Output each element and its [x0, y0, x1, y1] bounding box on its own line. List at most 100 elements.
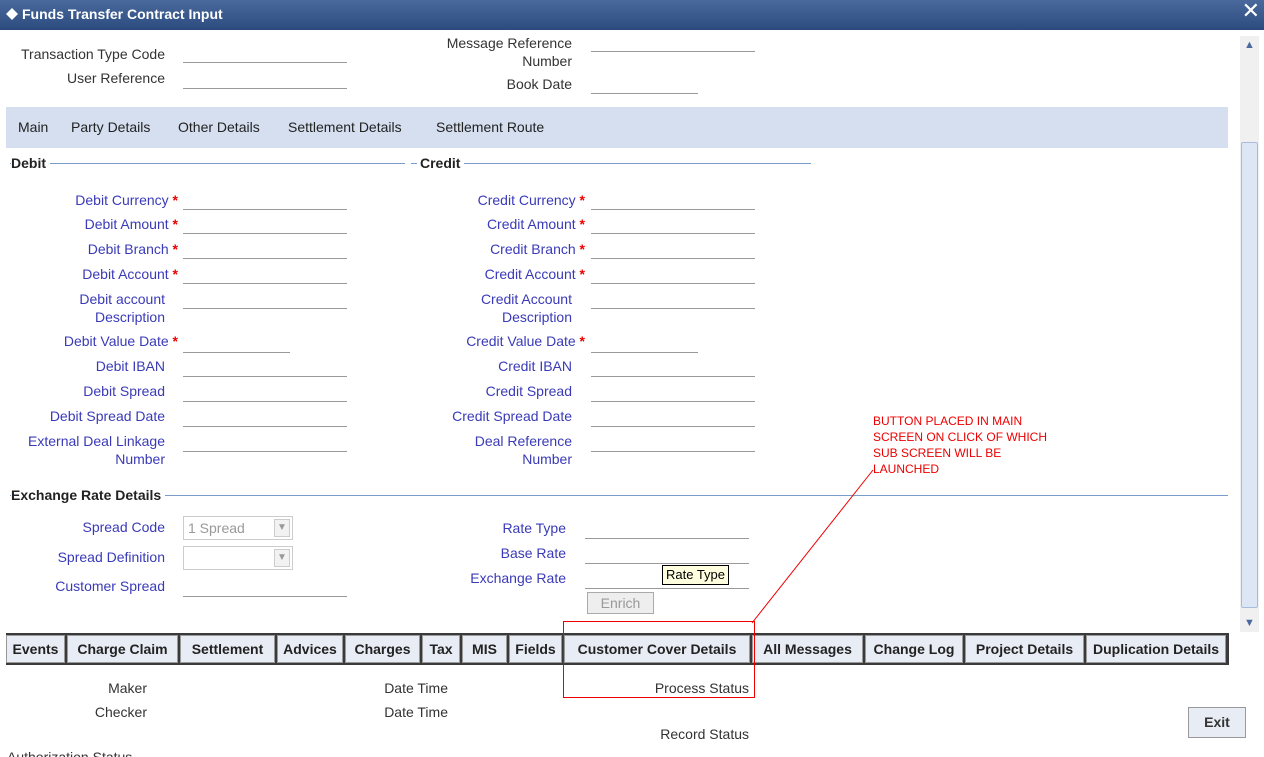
credit-account-description-input[interactable]: [591, 291, 755, 309]
exchange-rate-heading: Exchange Rate Details: [11, 487, 166, 503]
message-reference-label: Message Reference Number: [446, 35, 572, 69]
exchange-rate-label: Exchange Rate: [470, 570, 566, 586]
exchange-rate-divider: [10, 495, 1228, 496]
tab-settlement-route[interactable]: Settlement Route: [436, 119, 544, 135]
credit-spread-date-input[interactable]: [591, 409, 755, 427]
debit-spread-date-label: Debit Spread Date: [49, 408, 165, 424]
credit-divider: [411, 163, 811, 164]
user-reference-input[interactable]: [183, 71, 347, 89]
exit-button[interactable]: Exit: [1188, 707, 1246, 738]
debit-currency-input[interactable]: [183, 192, 347, 210]
chevron-down-icon: ▼: [274, 549, 290, 567]
vertical-scrollbar[interactable]: ▲ ▼: [1240, 36, 1259, 632]
message-reference-input[interactable]: [591, 34, 755, 52]
credit-account-label: Credit Account *: [484, 266, 585, 282]
debit-value-date-input[interactable]: [183, 335, 290, 353]
checker-date-time-label: Date Time: [384, 704, 448, 720]
credit-value-date-input[interactable]: [591, 335, 698, 353]
credit-currency-input[interactable]: [591, 192, 755, 210]
credit-amount-input[interactable]: [591, 216, 755, 234]
credit-currency-label: Credit Currency *: [477, 192, 585, 208]
base-rate-input[interactable]: [585, 546, 749, 564]
scroll-down-icon[interactable]: ▼: [1240, 614, 1259, 632]
book-date-label: Book Date: [506, 76, 572, 92]
duplication-details-button[interactable]: Duplication Details: [1086, 635, 1226, 663]
tab-other-details[interactable]: Other Details: [178, 119, 260, 135]
charges-button[interactable]: Charges: [345, 635, 420, 663]
tab-main[interactable]: Main: [18, 119, 48, 135]
rate-type-input[interactable]: [585, 521, 749, 539]
tab-strip: Main Party Details Other Details Settlem…: [6, 107, 1228, 148]
debit-spread-label: Debit Spread: [83, 383, 165, 399]
debit-branch-input[interactable]: [183, 241, 347, 259]
debit-spread-input[interactable]: [183, 384, 347, 402]
debit-iban-input[interactable]: [183, 359, 347, 377]
tax-button[interactable]: Tax: [422, 635, 460, 663]
debit-account-label: Debit Account *: [82, 266, 178, 282]
credit-amount-label: Credit Amount *: [486, 216, 585, 232]
base-rate-label: Base Rate: [500, 545, 566, 561]
change-log-button[interactable]: Change Log: [865, 635, 963, 663]
scroll-thumb[interactable]: [1241, 142, 1258, 608]
debit-account-description-label: Debit account Description: [79, 291, 165, 325]
authorization-status-label: Authorization Status: [7, 749, 133, 757]
debit-account-input[interactable]: [183, 266, 347, 284]
debit-heading: Debit: [11, 155, 50, 171]
debit-amount-label: Debit Amount *: [84, 216, 178, 232]
debit-spread-date-input[interactable]: [183, 409, 347, 427]
external-deal-linkage-label: External Deal Linkage Number: [28, 433, 165, 467]
chevron-down-icon: ▼: [274, 519, 290, 537]
debit-currency-label: Debit Currency *: [75, 192, 178, 208]
mis-button[interactable]: MIS: [462, 635, 507, 663]
rate-type-tooltip: Rate Type: [662, 565, 730, 585]
debit-account-description-input[interactable]: [183, 291, 347, 309]
annotation-text: BUTTON PLACED IN MAIN SCREEN ON CLICK OF…: [873, 414, 1048, 476]
spread-definition-select[interactable]: ▼: [183, 546, 293, 570]
scroll-up-icon[interactable]: ▲: [1240, 36, 1259, 54]
debit-amount-input[interactable]: [183, 216, 347, 234]
customer-cover-details-button[interactable]: Customer Cover Details: [564, 635, 750, 663]
settlement-button[interactable]: Settlement: [180, 635, 275, 663]
external-deal-linkage-input[interactable]: [183, 434, 347, 452]
credit-heading: Credit: [417, 155, 465, 171]
window-titlebar: Funds Transfer Contract Input ✕: [0, 0, 1264, 30]
credit-account-input[interactable]: [591, 266, 755, 284]
checker-label: Checker: [94, 704, 147, 720]
window-title: Funds Transfer Contract Input: [22, 6, 223, 22]
debit-iban-label: Debit IBAN: [95, 358, 165, 374]
book-date-input[interactable]: [591, 76, 698, 94]
customer-spread-input[interactable]: [183, 579, 347, 597]
record-status-label: Record Status: [660, 726, 749, 742]
debit-branch-label: Debit Branch *: [87, 241, 178, 257]
user-reference-label: User Reference: [66, 70, 165, 86]
events-button[interactable]: Events: [6, 635, 65, 663]
process-status-label: Process Status: [654, 680, 749, 696]
transaction-type-code-label: Transaction Type Code: [21, 46, 165, 62]
rate-type-label: Rate Type: [502, 520, 566, 536]
project-details-button[interactable]: Project Details: [965, 635, 1084, 663]
spread-definition-label: Spread Definition: [57, 549, 165, 565]
transaction-type-code-input[interactable]: [183, 45, 347, 63]
credit-spread-date-label: Credit Spread Date: [452, 408, 572, 424]
tab-settlement-details[interactable]: Settlement Details: [288, 119, 402, 135]
fields-button[interactable]: Fields: [509, 635, 562, 663]
credit-iban-input[interactable]: [591, 359, 755, 377]
credit-branch-label: Credit Branch *: [490, 241, 585, 257]
credit-account-description-label: Credit Account Description: [480, 291, 572, 325]
spread-code-label: Spread Code: [82, 519, 165, 535]
enrich-button[interactable]: Enrich: [587, 592, 654, 614]
advices-button[interactable]: Advices: [277, 635, 343, 663]
credit-branch-input[interactable]: [591, 241, 755, 259]
credit-spread-input[interactable]: [591, 384, 755, 402]
credit-iban-label: Credit IBAN: [498, 358, 572, 374]
credit-spread-label: Credit Spread: [485, 383, 572, 399]
charge-claim-button[interactable]: Charge Claim: [67, 635, 178, 663]
close-icon[interactable]: ✕: [1242, 0, 1260, 23]
deal-reference-number-input[interactable]: [591, 434, 755, 452]
spread-code-select[interactable]: 1 Spread ▼: [183, 516, 293, 540]
all-messages-button[interactable]: All Messages: [752, 635, 863, 663]
tab-party-details[interactable]: Party Details: [71, 119, 150, 135]
maker-label: Maker: [108, 680, 147, 696]
deal-reference-number-label: Deal Reference Number: [474, 433, 572, 467]
diamond-icon: [6, 8, 18, 20]
